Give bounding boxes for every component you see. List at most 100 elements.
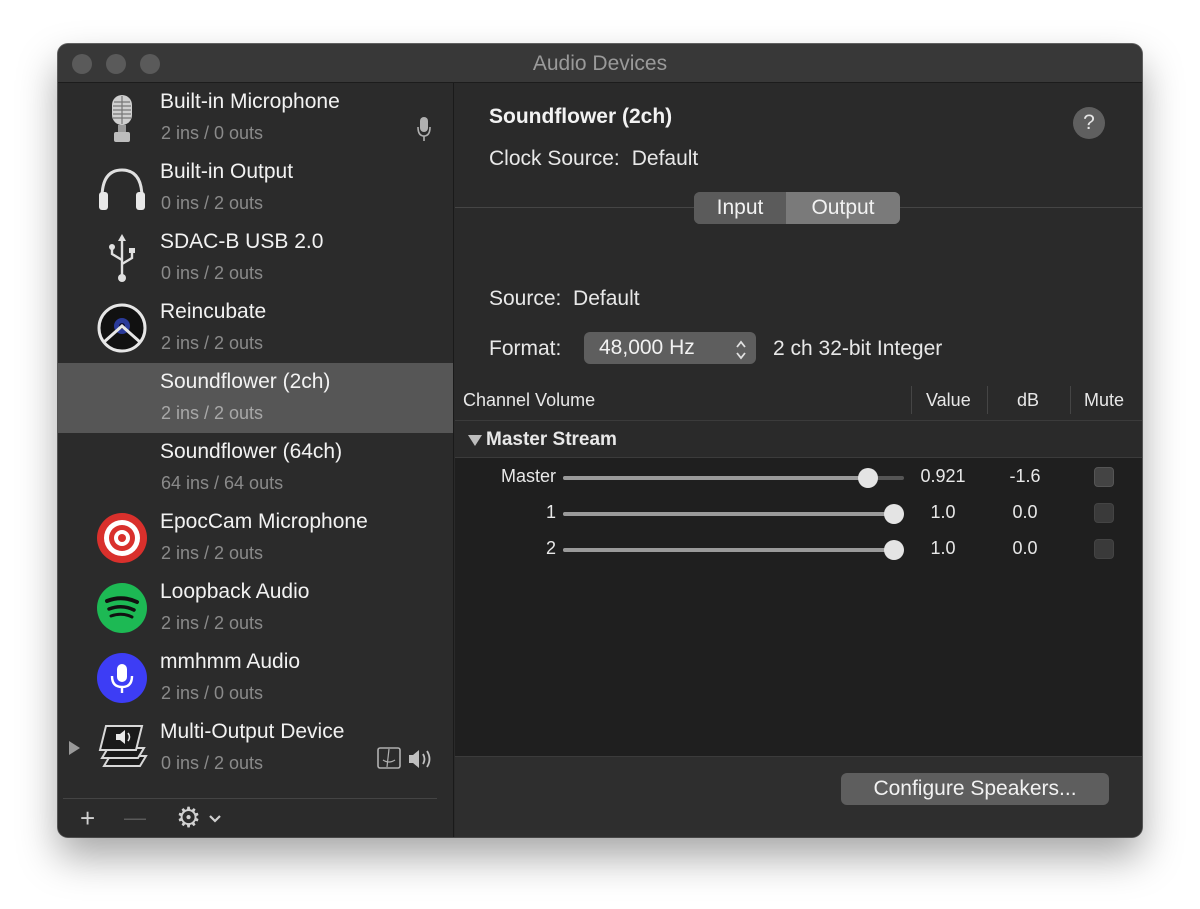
add-device-button[interactable]: + [80, 803, 95, 833]
volume-value: 0.921 [920, 466, 966, 486]
epoccam-icon [97, 513, 147, 563]
device-io: 0 ins / 2 outs [161, 753, 264, 773]
volume-slider-fill [563, 476, 868, 480]
device-item-loopback-audio[interactable]: Loopback Audio 2 ins / 2 outs [58, 573, 453, 643]
channel-label: 2 [545, 538, 556, 558]
gear-icon[interactable]: ⚙ [176, 803, 201, 833]
column-header-db[interactable]: dB [1017, 390, 1039, 411]
volume-slider-knob[interactable] [857, 468, 878, 488]
device-name: mmhmm Audio [160, 650, 301, 673]
help-button[interactable]: ? [1073, 107, 1105, 139]
device-item-mmhmm-audio[interactable]: mmhmm Audio 2 ins / 0 outs [58, 643, 453, 713]
source-value: Default [573, 287, 640, 310]
column-header-mute[interactable]: Mute [1084, 390, 1124, 411]
device-name: Built-in Output [160, 160, 294, 183]
volume-value: 1.0 [930, 538, 956, 558]
device-io: 0 ins / 2 outs [161, 263, 264, 283]
device-io: 2 ins / 0 outs [161, 123, 264, 143]
source-label: Source: [489, 287, 562, 310]
volume-slider[interactable] [563, 468, 904, 488]
channel-volume-table: Channel Volume Value dB Mute Master Stre… [455, 380, 1142, 800]
device-item-built-in-output[interactable]: Built-in Output 0 ins / 2 outs [58, 153, 453, 223]
mmhmm-icon [97, 653, 147, 703]
volume-value: 1.0 [930, 502, 956, 522]
title-bar: Audio Devices [58, 44, 1142, 83]
master-stream-group[interactable]: Master Stream [455, 421, 1142, 458]
window-title: Audio Devices [532, 52, 668, 75]
panel-footer: Configure Speakers... [455, 756, 1142, 837]
sidebar-divider [63, 798, 437, 799]
column-header-channel-volume[interactable]: Channel Volume [463, 390, 595, 411]
mute-checkbox[interactable] [1094, 539, 1114, 559]
mute-checkbox[interactable] [1094, 503, 1114, 523]
clock-source-value[interactable]: Default [632, 147, 699, 170]
finder-speaker-icon [377, 747, 431, 769]
format-select[interactable]: 48,000 Hz [584, 332, 756, 364]
spotify-icon [97, 583, 147, 633]
mic-small-icon [417, 117, 431, 141]
device-io: 2 ins / 2 outs [161, 613, 264, 633]
device-name: Soundflower (2ch) [160, 370, 331, 393]
source-row: Source: Default [489, 287, 640, 311]
reincubate-icon [97, 303, 147, 353]
mute-checkbox[interactable] [1094, 467, 1114, 487]
configure-speakers-button[interactable]: Configure Speakers... [841, 773, 1109, 805]
device-name: Reincubate [160, 300, 267, 323]
volume-db: 0.0 [1012, 502, 1038, 522]
column-divider [911, 386, 912, 414]
format-label: Format: [489, 337, 562, 360]
device-io: 2 ins / 2 outs [161, 543, 264, 563]
table-row: Master 0.921 -1.6 [455, 459, 1142, 495]
device-name: Multi-Output Device [160, 720, 345, 743]
format-value: 48,000 Hz [599, 336, 695, 359]
device-name: EpocCam Microphone [160, 510, 368, 533]
tab-output[interactable]: Output [786, 192, 900, 224]
device-name: Soundflower (64ch) [160, 440, 343, 463]
device-item-reincubate[interactable]: Reincubate 2 ins / 2 outs [58, 293, 453, 363]
table-row: 1 1.0 0.0 [455, 495, 1142, 531]
volume-slider[interactable] [563, 504, 904, 524]
group-label: Master Stream [486, 429, 617, 450]
device-list-sidebar: Built-in Microphone 2 ins / 0 outs Built… [58, 83, 454, 837]
device-io: 0 ins / 2 outs [161, 193, 264, 213]
device-io: 64 ins / 64 outs [161, 473, 284, 493]
device-item-multi-output-device[interactable]: Multi-Output Device 0 ins / 2 outs [58, 713, 453, 783]
updown-chevron-icon [736, 340, 746, 360]
disclosure-triangle-icon[interactable] [468, 435, 482, 446]
disclosure-triangle-icon[interactable] [69, 741, 80, 755]
device-item-sdac-b-usb[interactable]: SDAC-B USB 2.0 0 ins / 2 outs [58, 223, 453, 293]
volume-slider-fill [563, 548, 894, 552]
column-header-value[interactable]: Value [926, 390, 971, 411]
column-divider [987, 386, 988, 414]
device-io: 2 ins / 2 outs [161, 333, 264, 353]
tab-input[interactable]: Input [694, 192, 786, 224]
usb-icon [109, 234, 135, 282]
device-io: 2 ins / 0 outs [161, 683, 264, 703]
audio-devices-window: Audio Devices Built-in Microphone 2 ins … [58, 44, 1142, 837]
channel-label: 1 [545, 502, 556, 522]
volume-slider[interactable] [563, 540, 904, 560]
volume-slider-knob[interactable] [883, 540, 904, 560]
remove-device-button[interactable]: — [124, 803, 146, 833]
format-description: 2 ch 32-bit Integer [773, 337, 943, 360]
sidebar-toolbar: + — ⚙ [58, 798, 453, 837]
device-item-epoccam-microphone[interactable]: EpocCam Microphone 2 ins / 2 outs [58, 503, 453, 573]
device-item-soundflower-64ch[interactable]: Soundflower (64ch) 64 ins / 64 outs [58, 433, 453, 503]
device-name: SDAC-B USB 2.0 [160, 230, 324, 253]
device-title: Soundflower (2ch) [489, 105, 673, 128]
device-name: Built-in Microphone [160, 90, 340, 113]
device-item-built-in-microphone[interactable]: Built-in Microphone 2 ins / 0 outs [58, 83, 453, 153]
table-row: 2 1.0 0.0 [455, 531, 1142, 567]
device-detail-panel: Soundflower (2ch) ? Clock Source: Default… [455, 83, 1142, 837]
device-io: 2 ins / 2 outs [161, 403, 264, 423]
volume-slider-knob[interactable] [883, 504, 904, 524]
channel-label: Master [500, 466, 556, 486]
microphone-icon [112, 95, 132, 142]
device-item-soundflower-2ch[interactable]: Soundflower (2ch) 2 ins / 2 outs [58, 363, 453, 433]
multi-output-icon [98, 725, 148, 767]
device-name: Loopback Audio [160, 580, 310, 603]
table-header: Channel Volume Value dB Mute [455, 380, 1142, 421]
volume-db: 0.0 [1012, 538, 1038, 558]
chevron-down-icon[interactable] [208, 814, 222, 824]
volume-slider-fill [563, 512, 894, 516]
